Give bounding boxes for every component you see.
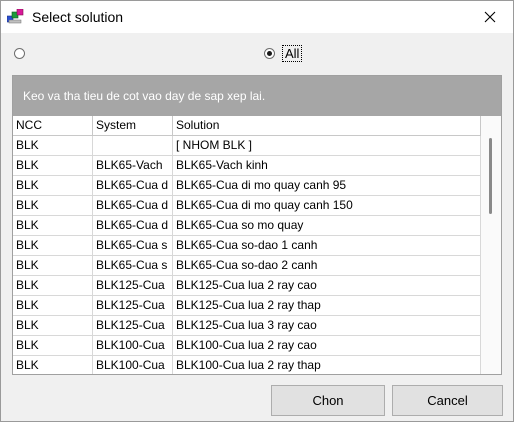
column-header-ncc[interactable]: NCC (13, 116, 93, 135)
table-row[interactable]: BLK BLK65-Cua s BLK65-Cua so-dao 1 canh (13, 236, 481, 256)
cell-ncc[interactable]: BLK (13, 336, 93, 355)
vertical-scrollbar[interactable] (481, 116, 501, 374)
cell-ncc[interactable]: BLK (13, 136, 93, 155)
cell-system[interactable]: BLK65-Cua d (93, 196, 173, 215)
cell-system[interactable]: BLK65-Cua d (93, 176, 173, 195)
filter-option-left[interactable] (14, 44, 25, 62)
cell-ncc[interactable]: BLK (13, 236, 93, 255)
table-row[interactable]: BLK BLK65-Cua s BLK65-Cua so-dao 2 canh (13, 256, 481, 276)
cell-solution[interactable]: BLK125-Cua lua 3 ray cao (173, 316, 481, 335)
cell-solution[interactable]: BLK65-Cua so-dao 1 canh (173, 236, 481, 255)
cell-solution[interactable]: BLK65-Cua so mo quay (173, 216, 481, 235)
table-row[interactable]: BLK BLK125-Cua BLK125-Cua lua 2 ray thap (13, 296, 481, 316)
cell-system[interactable]: BLK65-Vach (93, 156, 173, 175)
close-icon (484, 11, 496, 23)
window-title: Select solution (32, 9, 124, 25)
cell-ncc[interactable]: BLK (13, 256, 93, 275)
select-solution-dialog: Select solution All Keo va tha tieu de c… (0, 0, 514, 422)
scrollbar-thumb[interactable] (489, 138, 492, 214)
cell-system[interactable]: BLK100-Cua (93, 336, 173, 355)
cell-ncc[interactable]: BLK (13, 196, 93, 215)
cell-ncc[interactable]: BLK (13, 176, 93, 195)
table-row[interactable]: BLK BLK65-Vach BLK65-Vach kinh (13, 156, 481, 176)
cell-ncc[interactable]: BLK (13, 356, 93, 374)
table-row[interactable]: BLK BLK125-Cua BLK125-Cua lua 2 ray cao (13, 276, 481, 296)
cell-system[interactable]: BLK125-Cua (93, 276, 173, 295)
cell-solution[interactable]: BLK65-Cua di mo quay canh 150 (173, 196, 481, 215)
cell-system[interactable]: BLK65-Cua s (93, 256, 173, 275)
radio-all[interactable] (264, 47, 275, 59)
group-by-panel[interactable]: Keo va tha tieu de cot vao day de sap xe… (13, 76, 501, 116)
cell-solution[interactable]: BLK125-Cua lua 2 ray cao (173, 276, 481, 295)
cell-ncc[interactable]: BLK (13, 156, 93, 175)
group-by-hint: Keo va tha tieu de cot vao day de sap xe… (23, 89, 266, 103)
cell-ncc[interactable]: BLK (13, 316, 93, 335)
table-row[interactable]: BLK BLK100-Cua BLK100-Cua lua 2 ray thap (13, 356, 481, 374)
radio-left[interactable] (14, 47, 25, 59)
cell-solution[interactable]: BLK100-Cua lua 2 ray thap (173, 356, 481, 374)
solution-grid: Keo va tha tieu de cot vao day de sap xe… (12, 75, 502, 375)
app-icon (7, 9, 24, 24)
cell-solution[interactable]: BLK65-Cua di mo quay canh 95 (173, 176, 481, 195)
grid-header: NCC System Solution (13, 116, 481, 136)
cell-solution[interactable]: BLK100-Cua lua 2 ray cao (173, 336, 481, 355)
title-bar: Select solution (1, 1, 513, 33)
radio-all-label: All (282, 44, 303, 62)
filter-option-all[interactable]: All (264, 44, 303, 62)
cell-ncc[interactable]: BLK (13, 296, 93, 315)
cell-ncc[interactable]: BLK (13, 276, 93, 295)
cancel-button[interactable]: Cancel (392, 385, 503, 416)
column-header-system[interactable]: System (93, 116, 173, 135)
column-header-solution[interactable]: Solution (173, 116, 481, 135)
cell-system[interactable]: BLK100-Cua (93, 356, 173, 374)
choose-button[interactable]: Chon (271, 385, 385, 416)
table-row[interactable]: BLK BLK100-Cua BLK100-Cua lua 2 ray cao (13, 336, 481, 356)
cell-solution[interactable]: BLK65-Cua so-dao 2 canh (173, 256, 481, 275)
close-button[interactable] (467, 1, 513, 33)
cell-ncc[interactable]: BLK (13, 216, 93, 235)
cell-solution[interactable]: BLK65-Vach kinh (173, 156, 481, 175)
cell-solution[interactable]: [ NHOM BLK ] (173, 136, 481, 155)
table-row[interactable]: BLK BLK65-Cua d BLK65-Cua di mo quay canh … (13, 176, 481, 196)
table-row[interactable]: BLK BLK65-Cua d BLK65-Cua di mo quay canh … (13, 196, 481, 216)
cell-system[interactable]: BLK125-Cua (93, 316, 173, 335)
table-row[interactable]: BLK BLK125-Cua BLK125-Cua lua 3 ray cao (13, 316, 481, 336)
cell-system[interactable]: BLK65-Cua d (93, 216, 173, 235)
cell-system[interactable] (93, 136, 173, 155)
cell-system[interactable]: BLK125-Cua (93, 296, 173, 315)
cell-system[interactable]: BLK65-Cua s (93, 236, 173, 255)
table-row[interactable]: BLK BLK65-Cua d BLK65-Cua so mo quay (13, 216, 481, 236)
table-row[interactable]: BLK [ NHOM BLK ] (13, 136, 481, 156)
cell-solution[interactable]: BLK125-Cua lua 2 ray thap (173, 296, 481, 315)
